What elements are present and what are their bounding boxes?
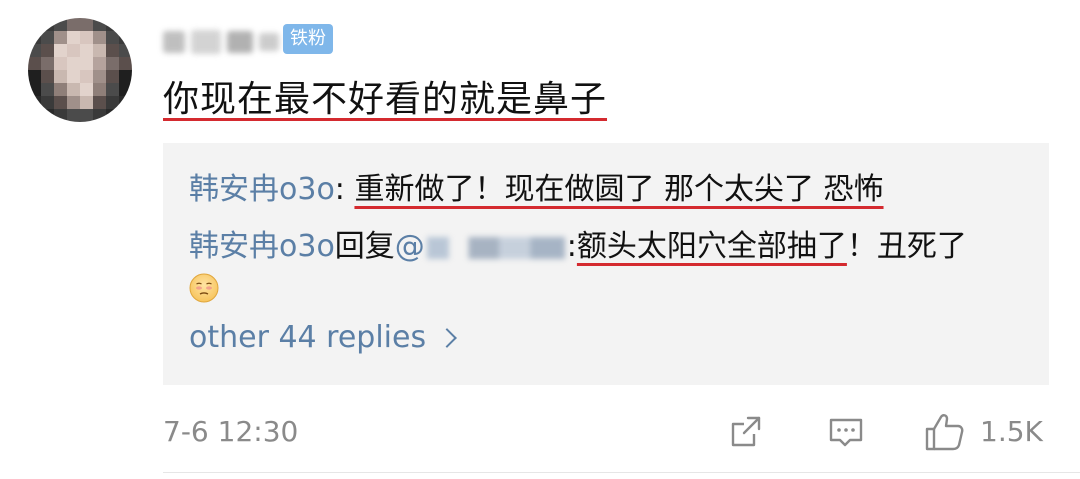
mention-separator: :	[566, 229, 577, 264]
comment-text: 你现在最不好看的就是鼻子	[163, 76, 607, 124]
mention-blurred-username[interactable]	[426, 236, 565, 259]
mention-at[interactable]: @	[395, 229, 425, 264]
divider	[163, 472, 1080, 473]
reply-item: 韩安冉o3o: 重新做了！现在做圆了 那个太尖了 恐怖	[189, 170, 884, 210]
reply-item: 韩安冉o3o回复@:额头太阳穴全部抽了！丑死了	[189, 227, 967, 267]
fan-badge: 铁粉	[283, 24, 333, 54]
like-count: 1.5K	[980, 415, 1043, 448]
reply-author-link[interactable]: 韩安冉o3o	[189, 172, 335, 207]
reply-word: 回复	[334, 229, 395, 264]
comment-button[interactable]	[826, 410, 870, 454]
reply-text-rest: ！丑死了	[846, 229, 967, 264]
share-button[interactable]	[726, 410, 770, 454]
more-replies-link[interactable]: other 44 replies	[189, 318, 458, 358]
reply-author-link[interactable]: 韩安冉o3o	[189, 229, 335, 264]
like-button[interactable]: 1.5K	[922, 410, 1043, 454]
share-icon	[731, 416, 761, 447]
reply-separator: :	[334, 172, 355, 207]
comment-text-content: 你现在最不好看的就是鼻子	[163, 79, 608, 120]
reply-preview-box[interactable]: 韩安冉o3o: 重新做了！现在做圆了 那个太尖了 恐怖 韩安冉o3o回复@:额头…	[163, 143, 1049, 385]
chevron-right-icon	[437, 328, 458, 348]
reply-text-underlined: 额头太阳穴全部抽了	[576, 229, 847, 264]
comment-icon	[829, 418, 863, 447]
avatar[interactable]	[28, 18, 132, 122]
thumbs-up-icon	[925, 414, 964, 451]
more-replies-label: other 44 replies	[189, 320, 427, 355]
pleading-face-emoji-icon	[189, 273, 219, 303]
comment-timestamp: 7-6 12:30	[163, 415, 299, 448]
username-blurred[interactable]	[163, 24, 279, 60]
reply-text: 重新做了！现在做圆了 那个太尖了 恐怖	[354, 172, 884, 207]
